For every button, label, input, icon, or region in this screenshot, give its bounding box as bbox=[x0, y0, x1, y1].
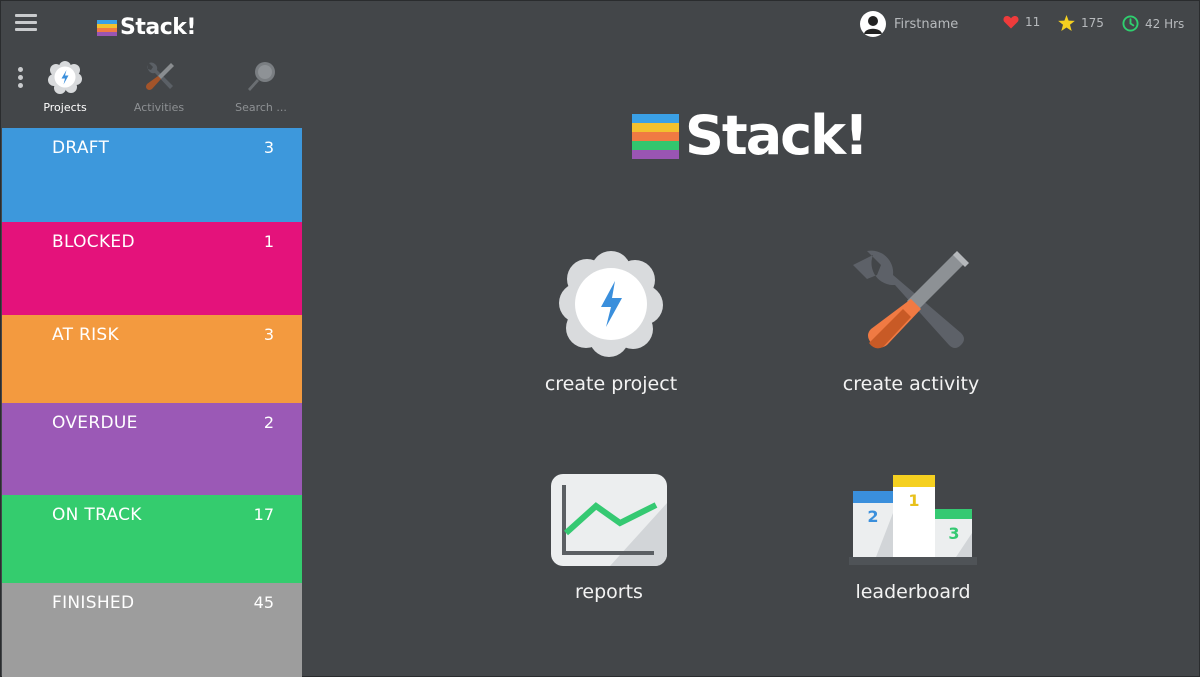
hours-stat[interactable]: 42 Hrs bbox=[1122, 15, 1184, 32]
status-blocked[interactable]: BLOCKED 1 bbox=[2, 222, 302, 315]
tab-projects-label: Projects bbox=[43, 101, 87, 114]
status-label: BLOCKED bbox=[52, 232, 135, 252]
lightning-badge-icon bbox=[559, 251, 663, 357]
second-place-number: 2 bbox=[867, 507, 878, 526]
username: Firstname bbox=[894, 16, 959, 32]
status-label: OVERDUE bbox=[52, 413, 138, 433]
avatar bbox=[860, 11, 886, 37]
status-count: 3 bbox=[263, 325, 274, 344]
status-label: FINISHED bbox=[52, 593, 135, 613]
more-options-icon[interactable] bbox=[18, 67, 24, 91]
status-finished[interactable]: FINISHED 45 bbox=[2, 583, 302, 677]
status-draft[interactable]: DRAFT 3 bbox=[2, 128, 302, 222]
main-logo-text: Stack! bbox=[685, 104, 869, 167]
leaderboard-label: leaderboard bbox=[855, 581, 971, 603]
reports-button[interactable]: reports bbox=[529, 473, 689, 603]
status-label: AT RISK bbox=[52, 325, 119, 345]
hearts-stat[interactable]: 11 bbox=[1003, 15, 1040, 29]
create-activity-button[interactable]: create activity bbox=[831, 247, 991, 395]
logo-stripes-icon bbox=[97, 19, 117, 36]
status-overdue[interactable]: OVERDUE 2 bbox=[2, 403, 302, 495]
line-chart-icon bbox=[551, 474, 667, 566]
user-icon bbox=[861, 12, 885, 36]
status-label: ON TRACK bbox=[52, 505, 142, 525]
create-activity-label: create activity bbox=[842, 373, 980, 395]
logo-text: Stack! bbox=[120, 15, 196, 40]
status-at-risk[interactable]: AT RISK 3 bbox=[2, 315, 302, 403]
heart-icon bbox=[1003, 15, 1019, 29]
tab-activities-label: Activities bbox=[133, 101, 185, 114]
podium-icon: 2 1 3 bbox=[849, 475, 977, 565]
tab-activities[interactable]: Activities bbox=[119, 59, 199, 114]
reports-label: reports bbox=[575, 581, 643, 603]
status-count: 2 bbox=[263, 413, 274, 432]
clock-icon bbox=[1122, 15, 1139, 32]
main-logo: Stack! bbox=[632, 104, 869, 167]
user-profile[interactable]: Firstname bbox=[860, 11, 958, 37]
tools-icon bbox=[853, 250, 969, 349]
app-window: Stack! Firstname 11 175 42 Hrs Projects … bbox=[0, 0, 1200, 677]
create-project-button[interactable]: create project bbox=[531, 247, 691, 395]
tools-icon bbox=[146, 62, 174, 90]
status-label: DRAFT bbox=[52, 138, 110, 158]
status-list: DRAFT 3 BLOCKED 1 AT RISK 3 OVERDUE 2 ON… bbox=[2, 128, 302, 677]
tab-search[interactable]: Search ... bbox=[221, 59, 301, 114]
status-count: 1 bbox=[263, 232, 274, 251]
tab-search-label: Search ... bbox=[235, 101, 287, 114]
logo-stripes-icon bbox=[632, 113, 679, 159]
magnifier-icon bbox=[248, 62, 275, 91]
status-on-track[interactable]: ON TRACK 17 bbox=[2, 495, 302, 583]
create-project-label: create project bbox=[544, 373, 678, 395]
tab-projects[interactable]: Projects bbox=[25, 59, 105, 114]
hours-value: 42 Hrs bbox=[1145, 16, 1185, 31]
third-place-number: 3 bbox=[948, 524, 959, 543]
status-count: 17 bbox=[253, 505, 274, 524]
app-logo[interactable]: Stack! bbox=[97, 15, 196, 40]
projects-badge-icon bbox=[48, 61, 82, 94]
stars-stat[interactable]: 175 bbox=[1058, 15, 1104, 31]
leaderboard-button[interactable]: 2 1 3 leaderboard bbox=[833, 473, 993, 603]
status-count: 45 bbox=[253, 593, 274, 612]
status-count: 3 bbox=[263, 138, 274, 157]
hamburger-menu-icon[interactable] bbox=[15, 14, 37, 32]
top-bar: Stack! Firstname 11 175 42 Hrs bbox=[1, 1, 1200, 53]
stars-count: 175 bbox=[1081, 16, 1104, 30]
first-place-number: 1 bbox=[908, 491, 919, 510]
hearts-count: 11 bbox=[1025, 15, 1041, 29]
star-icon bbox=[1058, 15, 1075, 31]
